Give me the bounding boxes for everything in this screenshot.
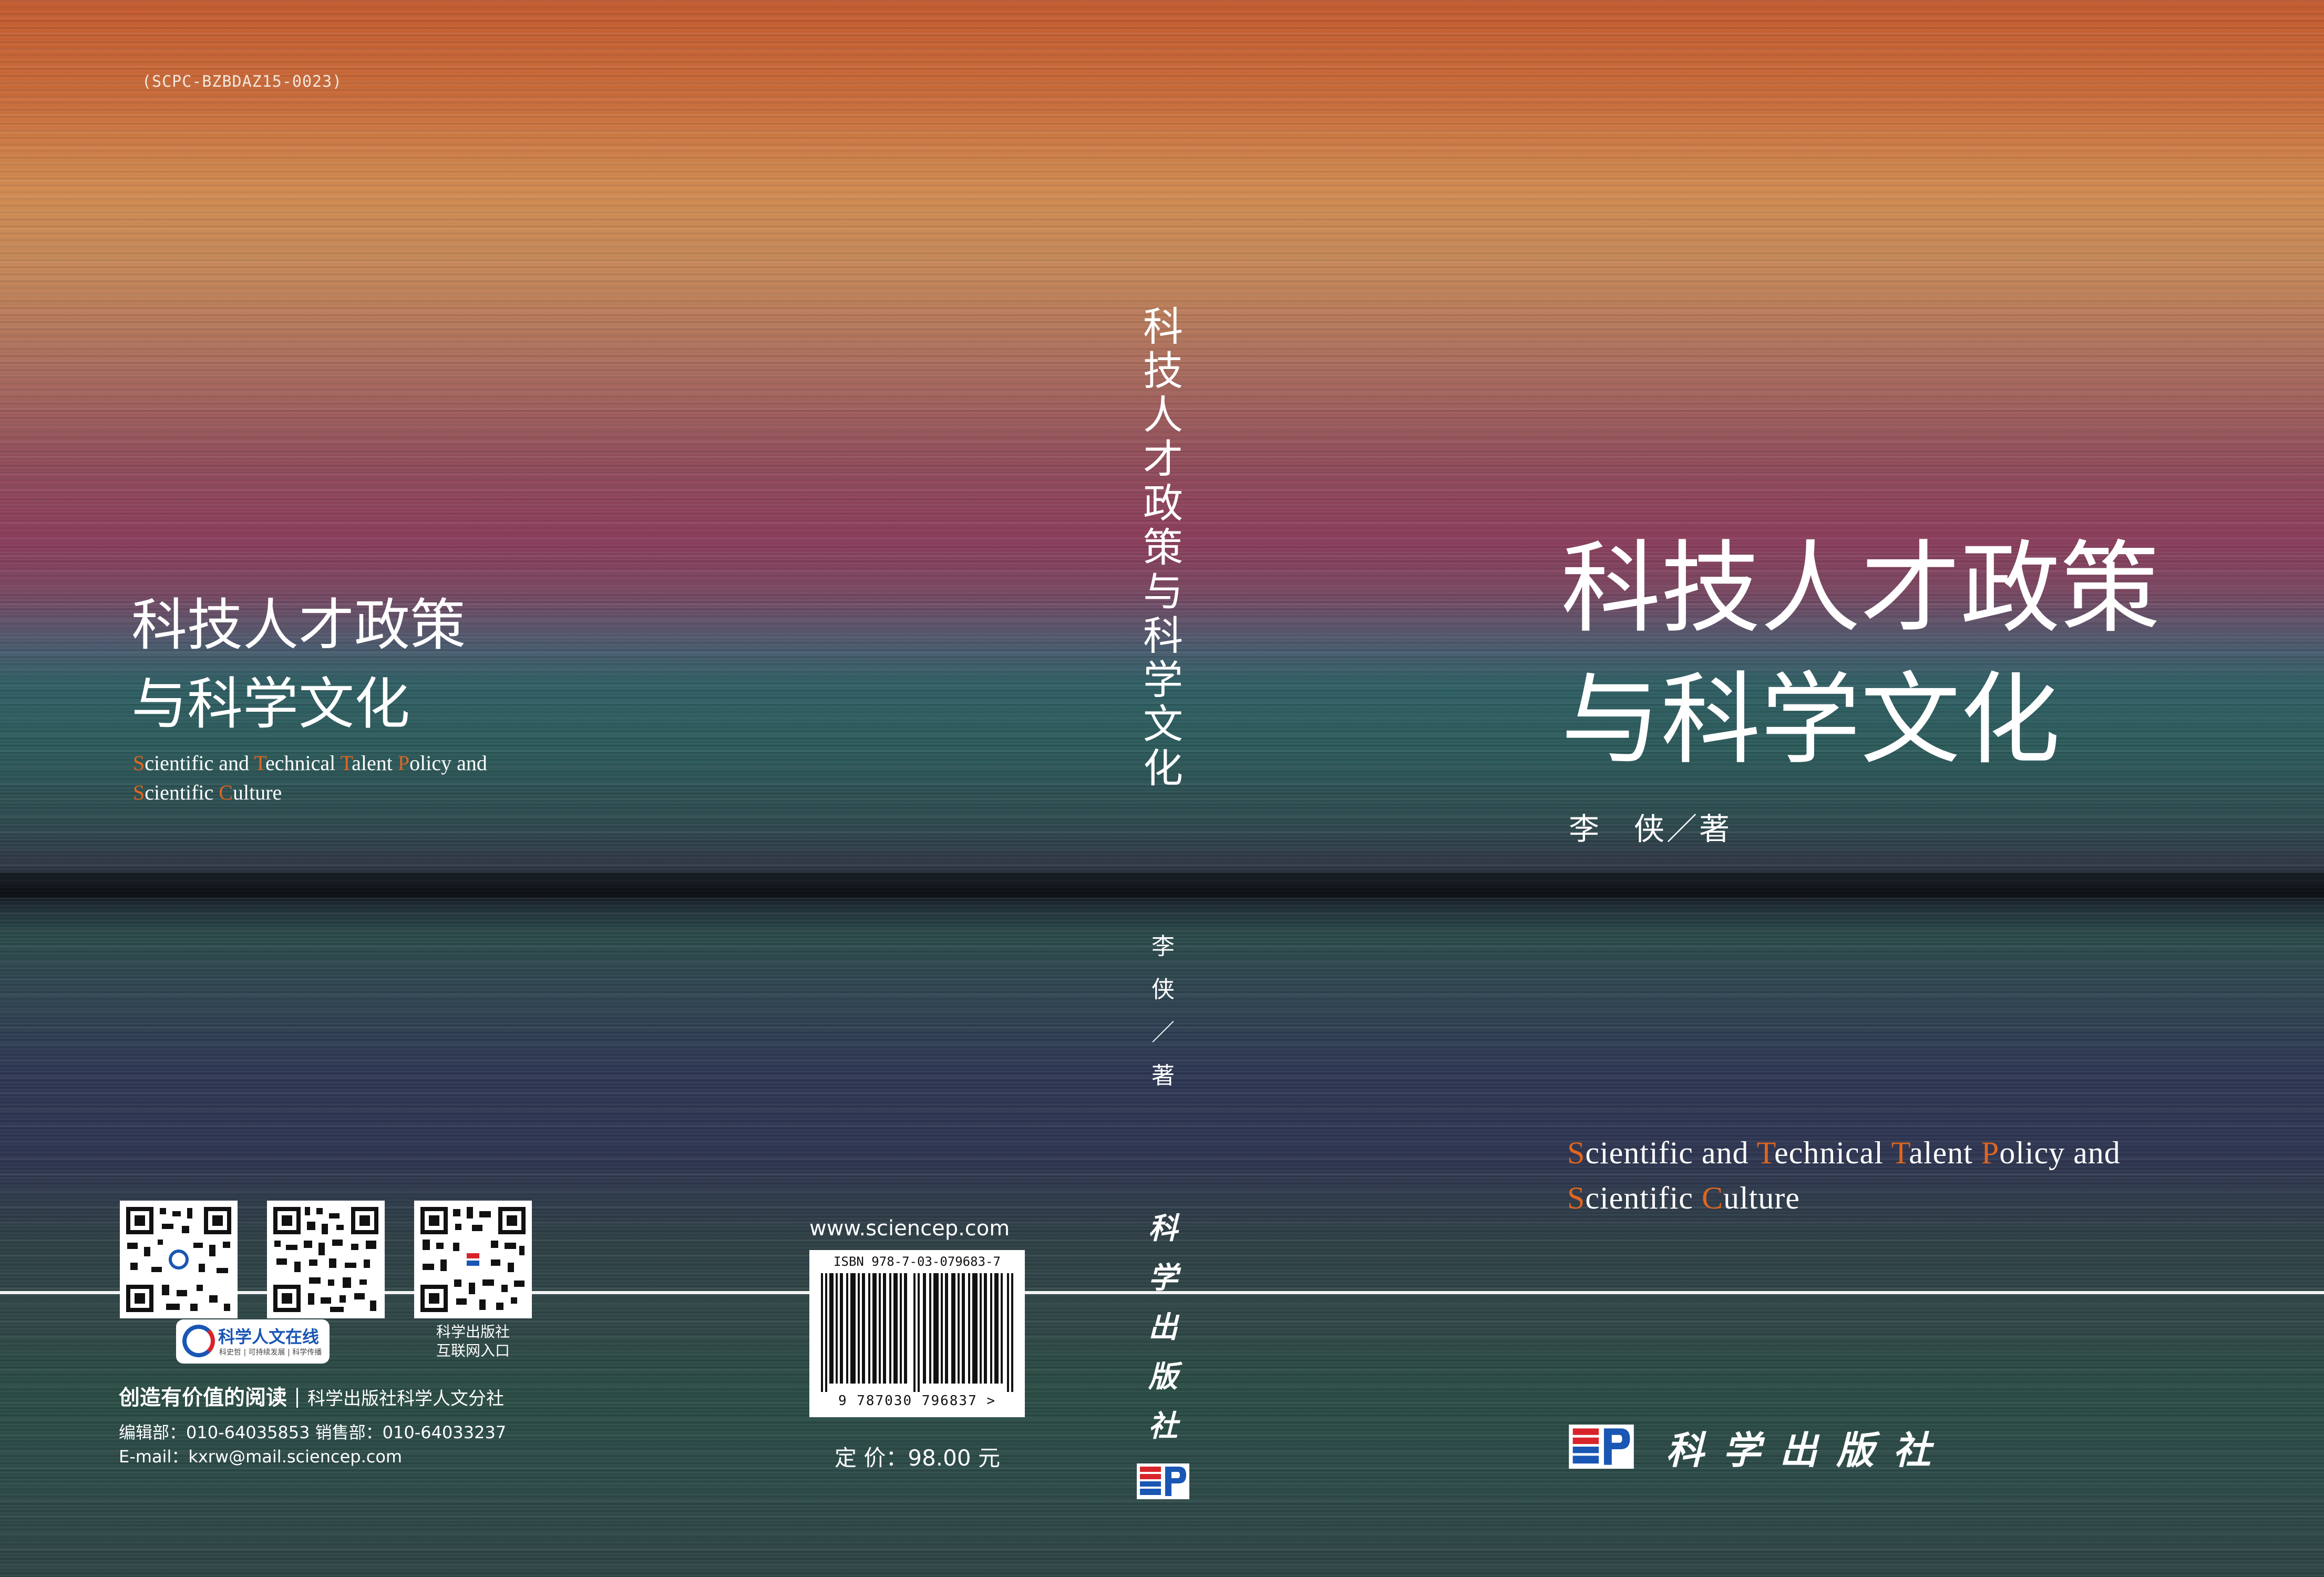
front-english-line-2: Scientific Culture: [1567, 1175, 2121, 1221]
qr-code-3-pattern: [420, 1207, 526, 1312]
barcode-icon: [821, 1273, 1013, 1392]
slogan: 创造有价值的阅读 科学出版社科学人文分社: [119, 1380, 504, 1411]
back-title-line-2: 与科学文化: [131, 672, 410, 736]
back-cover-title: 科技人才政策 与科学文化: [131, 586, 466, 744]
qr-caption: 科学出版社 互联网入口: [413, 1323, 533, 1360]
english-initial: C: [1701, 1181, 1723, 1215]
english-initial: S: [133, 781, 145, 804]
science-humanities-online-logo: 科学人文在线 科史哲 | 可持续发展 | 科学传播: [176, 1319, 330, 1364]
back-cover-english-title: Scientific and Technical Talent Policy a…: [133, 749, 487, 807]
english-word: cientific: [1585, 1181, 1702, 1215]
isbn-barcode: ISBN 978-7-03-079683-7 9 787030 796837 >: [809, 1250, 1025, 1417]
english-initial: C: [219, 781, 233, 804]
dark-stripe-band: [0, 873, 2324, 898]
front-cover-english-title: Scientific and Technical Talent Policy a…: [1567, 1130, 2121, 1221]
english-initial: T: [340, 751, 352, 775]
spine-author: 李侠／著: [1151, 933, 1175, 1089]
slogan-main: 创造有价值的阅读: [119, 1386, 287, 1410]
english-word: alent: [1909, 1135, 1981, 1170]
front-english-line-1: Scientific and Technical Talent Policy a…: [1567, 1130, 2121, 1175]
back-title-line-1: 科技人才政策: [131, 593, 466, 658]
english-word: echnical: [1774, 1135, 1891, 1170]
spine-publisher-logo-icon: [1137, 1463, 1189, 1501]
english-initial: P: [397, 751, 410, 775]
english-word: olicy and: [409, 751, 487, 775]
slogan-separator: [296, 1388, 298, 1408]
back-english-line-1: Scientific and Technical Talent Policy a…: [133, 749, 487, 778]
logo-ring-icon: [182, 1325, 215, 1357]
english-word: olicy and: [1999, 1135, 2121, 1170]
front-publisher-name: 科学出版社: [1666, 1428, 1950, 1472]
english-initial: S: [1567, 1135, 1586, 1170]
back-english-line-2: Scientific Culture: [133, 778, 487, 807]
front-author: 李 侠／著: [1569, 811, 1732, 847]
qr-code-2-pattern: [273, 1207, 378, 1312]
english-initial: T: [1891, 1135, 1909, 1170]
qr-code-3: [414, 1201, 532, 1318]
qr-caption-line-2: 互联网入口: [436, 1342, 510, 1359]
english-word: cientific and: [145, 751, 254, 775]
english-initial: T: [254, 751, 265, 775]
english-word: echnical: [265, 751, 341, 775]
english-word: alent: [352, 751, 398, 775]
english-word: ulture: [232, 781, 282, 804]
publisher-website: www.sciencep.com: [809, 1216, 1010, 1241]
front-title-line-2: 与科学文化: [1561, 662, 2061, 778]
slogan-publisher: 科学出版社科学人文分社: [307, 1388, 504, 1409]
qr-code-1-pattern: [126, 1207, 231, 1312]
english-initial: P: [1981, 1135, 2000, 1170]
qr-code-1: [120, 1201, 238, 1318]
english-initial: S: [1567, 1181, 1586, 1215]
english-word: ulture: [1723, 1181, 1800, 1215]
isbn-text: ISBN 978-7-03-079683-7: [834, 1254, 1001, 1269]
english-initial: T: [1756, 1135, 1774, 1170]
qr-caption-line-1: 科学出版社: [436, 1323, 510, 1340]
front-title-line-1: 科技人才政策: [1561, 530, 2161, 647]
sp-logo-icon: [1569, 1425, 1634, 1469]
english-word: cientific and: [1585, 1135, 1757, 1170]
price: 定 价：98.00 元: [835, 1445, 1000, 1471]
english-word: cientific: [145, 781, 219, 804]
spine-publisher: 科学出版社: [1148, 1211, 1178, 1443]
logo-main-text: 科学人文在线: [218, 1327, 320, 1347]
series-code: (SCPC-BZBDAZ15-0023): [142, 73, 343, 91]
contact-email: E-mail：kxrw@mail.sciencep.com: [119, 1447, 403, 1467]
logo-sub-text: 科史哲 | 可持续发展 | 科学传播: [219, 1348, 322, 1357]
sp-logo-icon: [1137, 1463, 1189, 1499]
front-publisher-logo-icon: [1569, 1425, 1634, 1471]
english-initial: S: [133, 751, 145, 775]
contact-phones: 编辑部：010-64035853 销售部：010-64033237: [119, 1422, 507, 1442]
isbn-digits: 9 787030 796837 >: [838, 1393, 996, 1409]
qr-code-2: [267, 1201, 385, 1318]
spine-title: 科技人才政策与科学文化: [1143, 303, 1183, 792]
front-cover-title: 科技人才政策 与科学文化: [1561, 523, 2160, 786]
book-cover: (SCPC-BZBDAZ15-0023) 科技人才政策 与科学文化 Scient…: [0, 0, 2324, 1577]
